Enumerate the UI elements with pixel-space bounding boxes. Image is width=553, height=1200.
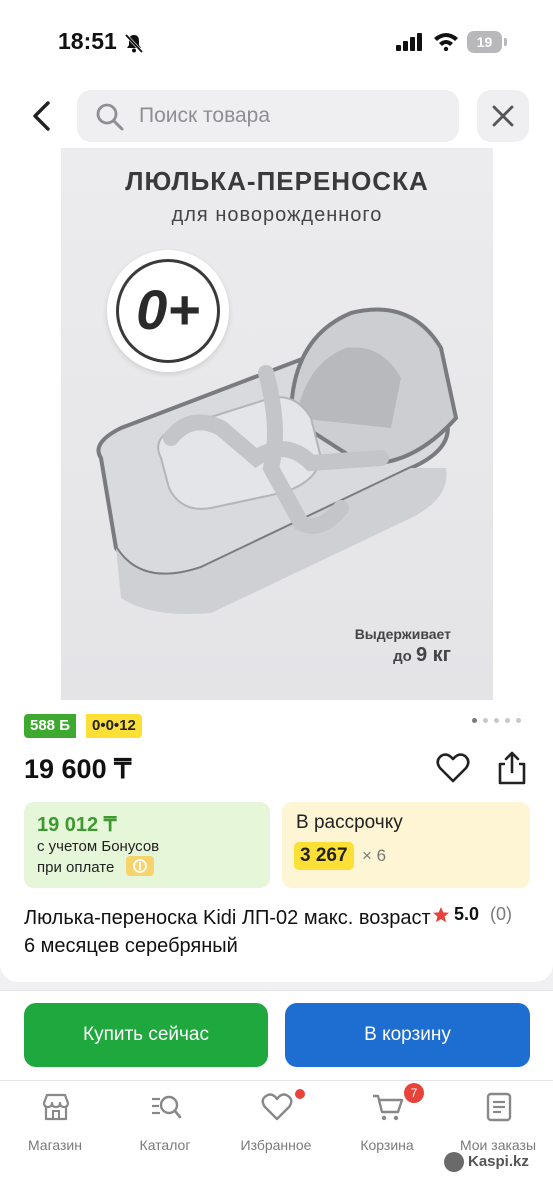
product-info-panel: 588 Б 0•0•12 19 600 ₸ 19 012 ₸ с учетом … <box>0 704 553 982</box>
product-gallery[interactable]: ЛЮЛЬКА-ПЕРЕНОСКА для новорожденного 0+ В… <box>0 148 553 704</box>
bonus-note-line2: при оплате <box>37 859 115 876</box>
nav-item-shop[interactable]: Магазин <box>0 1089 110 1159</box>
gallery-dots <box>472 718 532 726</box>
search-bar[interactable] <box>77 90 459 142</box>
orders-icon <box>486 1092 512 1122</box>
rating-value: 5.0 <box>454 904 480 924</box>
installment-card[interactable]: В рассрочку 3 267 × 6 <box>282 802 530 888</box>
cart-icon <box>373 1094 404 1121</box>
pay-logo-icon <box>133 859 147 873</box>
capacity-value: до 9 кг <box>311 644 451 667</box>
nav-label-cart: Корзина <box>360 1137 414 1153</box>
image-title: ЛЮЛЬКА-ПЕРЕНОСКА <box>125 166 429 196</box>
top-bar <box>0 80 553 148</box>
installment-amount: 3 267 <box>294 842 354 870</box>
cart-count-badge: 7 <box>404 1083 424 1103</box>
gallery-dot[interactable] <box>516 718 521 723</box>
catalog-icon <box>152 1095 182 1119</box>
watermark-text: Kaspi.kz <box>468 1153 529 1170</box>
action-bar: Купить сейчас В корзину <box>0 990 553 1080</box>
product-rating[interactable]: 5.0 (0) <box>432 904 542 928</box>
product-image[interactable]: ЛЮЛЬКА-ПЕРЕНОСКА для новорожденного 0+ В… <box>61 148 493 700</box>
capacity-label: Выдерживает <box>354 626 451 642</box>
bonus-badge: 588 Б <box>24 714 76 738</box>
nav-item-orders[interactable]: Мои заказы <box>443 1089 553 1159</box>
muted-bell-icon <box>124 33 144 54</box>
capacity-weight: 9 кг <box>415 644 451 666</box>
age-label: 0+ <box>116 259 220 363</box>
star-icon <box>433 907 449 923</box>
bonus-price: 19 012 ₸ <box>37 814 117 836</box>
shop-icon <box>42 1093 70 1121</box>
close-button[interactable] <box>477 90 529 142</box>
image-subtitle: для новорожденного <box>171 204 383 226</box>
gallery-dot[interactable] <box>505 718 510 723</box>
favorites-notification-dot <box>295 1089 305 1099</box>
search-icon <box>96 103 124 131</box>
gallery-dot[interactable] <box>483 718 488 723</box>
wifi-icon <box>434 33 458 51</box>
nav-item-cart[interactable]: 7 Корзина <box>332 1083 442 1159</box>
status-time: 18:51 <box>58 28 117 54</box>
favorite-button[interactable] <box>436 752 470 784</box>
product-name: Люлька-переноска Kidi ЛП-02 макс. возрас… <box>24 907 431 957</box>
buy-now-button[interactable]: Купить сейчас <box>24 1003 268 1067</box>
share-button[interactable] <box>496 750 528 786</box>
battery-level: 19 <box>467 31 502 53</box>
capacity-prefix: до <box>393 648 416 665</box>
kaspi-logo-icon <box>444 1152 464 1172</box>
battery-tip <box>504 38 507 46</box>
close-icon <box>492 105 514 127</box>
installment-multiplier: × 6 <box>362 846 387 865</box>
search-input[interactable] <box>139 90 439 142</box>
cellular-signal-icon <box>396 33 422 51</box>
nav-label-favorites: Избранное <box>240 1137 312 1153</box>
nav-label-catalog: Каталог <box>139 1137 191 1153</box>
battery-indicator: 19 <box>467 31 507 53</box>
status-bar: 18:51 19 <box>0 0 553 80</box>
nav-item-catalog[interactable]: Каталог <box>110 1089 220 1159</box>
installment-title: В рассрочку <box>296 812 403 833</box>
kaspi-pay-icon <box>126 856 154 876</box>
nav-item-favorites[interactable]: Избранное <box>221 1089 331 1159</box>
nav-label-orders: Мои заказы <box>459 1137 537 1153</box>
back-button[interactable] <box>26 98 58 134</box>
review-count: (0) <box>490 904 512 924</box>
product-price: 19 600 ₸ <box>24 754 132 784</box>
gallery-dot[interactable] <box>472 718 477 723</box>
age-badge: 0+ <box>107 250 229 372</box>
add-to-cart-button[interactable]: В корзину <box>285 1003 530 1067</box>
nav-label-shop: Магазин <box>27 1137 82 1153</box>
bonus-price-card[interactable]: 19 012 ₸ с учетом Бонусов при оплате <box>24 802 270 888</box>
installment-badge: 0•0•12 <box>86 714 142 738</box>
gallery-dot[interactable] <box>494 718 499 723</box>
bonus-note-line1: с учетом Бонусов <box>37 838 160 855</box>
bottom-navigation: Магазин Каталог Избранное 7 Корзина Мои … <box>0 1080 553 1200</box>
heart-icon <box>261 1093 293 1121</box>
